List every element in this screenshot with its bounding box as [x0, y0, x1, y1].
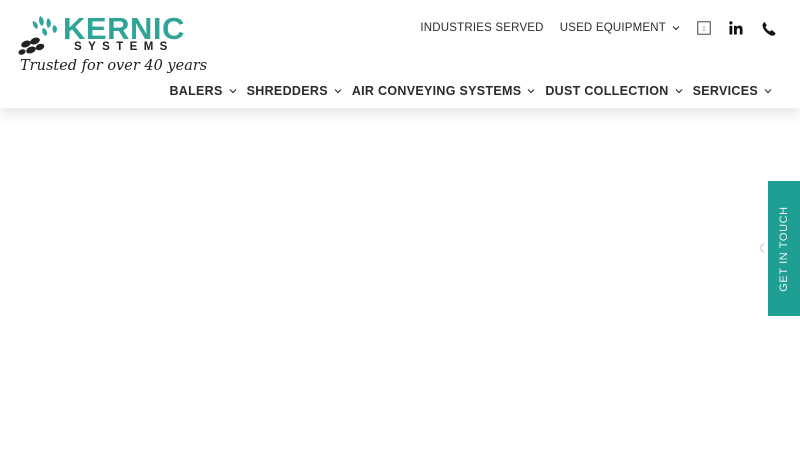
get-in-touch-tab[interactable]: GET IN TOUCH — [768, 181, 800, 316]
nav-shredders[interactable]: SHREDDERS — [247, 84, 342, 98]
nav-services-label: SERVICES — [692, 84, 758, 98]
nav-shredders-label: SHREDDERS — [246, 84, 328, 98]
nav-industries-served-label: INDUSTRIES SERVED — [420, 22, 544, 34]
leaf-logo-icon — [18, 16, 57, 55]
hero-slider — [0, 108, 800, 450]
phone-icon — [762, 21, 776, 36]
phone-button[interactable] — [760, 20, 776, 36]
linkedin-button[interactable] — [728, 20, 744, 36]
chevron-down-icon — [334, 89, 342, 94]
site-logo[interactable]: KERNIC SYSTEMS Trusted for over 40 years — [18, 12, 207, 78]
linkedin-icon — [729, 21, 743, 35]
brand-subname: SYSTEMS — [74, 41, 174, 53]
nav-air-conveying-systems-label: AIR CONVEYING SYSTEMS — [351, 84, 522, 98]
chevron-down-icon — [672, 26, 680, 31]
svg-text:⁞⁞: ⁞⁞ — [702, 26, 706, 32]
nav-dust-collection-label: DUST COLLECTION — [545, 84, 669, 98]
chevron-down-icon — [764, 89, 772, 94]
nav-air-conveying-systems[interactable]: AIR CONVEYING SYSTEMS — [352, 84, 536, 98]
chevron-down-icon — [527, 89, 535, 94]
main-nav: BALERS SHREDDERS AIR CONVEYING SYSTEMS D… — [159, 81, 772, 101]
get-in-touch-label: GET IN TOUCH — [778, 205, 790, 292]
chevron-down-icon — [229, 89, 237, 94]
nav-services[interactable]: SERVICES — [693, 84, 772, 98]
nav-used-equipment[interactable]: USED EQUIPMENT — [560, 22, 680, 34]
nav-dust-collection[interactable]: DUST COLLECTION — [545, 84, 683, 98]
nav-used-equipment-label: USED EQUIPMENT — [559, 22, 666, 34]
chevron-down-icon — [675, 89, 683, 94]
nav-balers[interactable]: BALERS — [169, 84, 237, 98]
nav-balers-label: BALERS — [169, 84, 223, 98]
document-icon: ⁞⁞ — [697, 21, 711, 35]
nav-industries-served[interactable]: INDUSTRIES SERVED — [420, 22, 543, 34]
document-icon-button[interactable]: ⁞⁞ — [696, 20, 712, 36]
top-utility-nav: INDUSTRIES SERVED USED EQUIPMENT ⁞⁞ — [404, 18, 776, 38]
chevron-left-icon[interactable] — [757, 240, 767, 256]
site-header: KERNIC SYSTEMS Trusted for over 40 years… — [0, 0, 800, 108]
brand-tagline: Trusted for over 40 years — [20, 58, 208, 74]
